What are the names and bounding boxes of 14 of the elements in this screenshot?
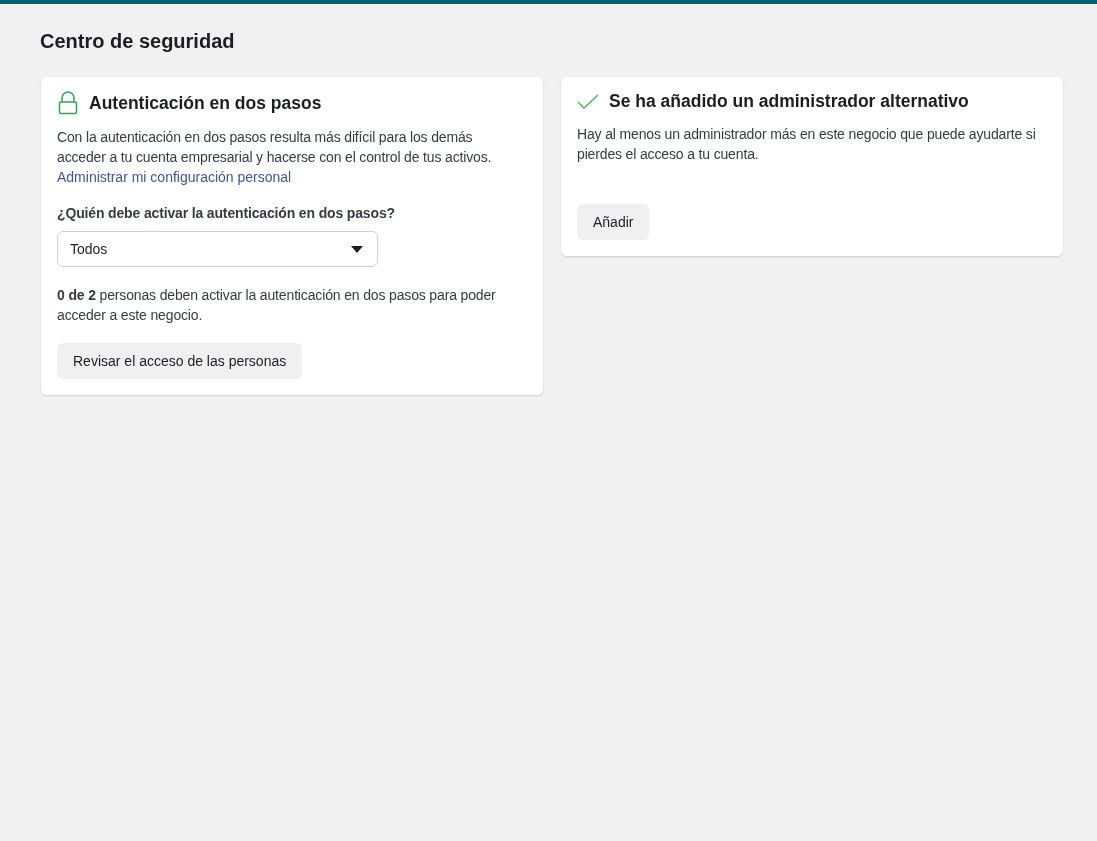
page-title: Centro de seguridad	[40, 30, 236, 53]
checkmark-icon	[577, 93, 599, 110]
card-description: Hay al menos un administrador más en este negocio que puede ayudarte si pierdes el acceso a tu cuenta.	[577, 125, 1037, 164]
add-button[interactable]: Añadir	[577, 204, 650, 240]
field-label: ¿Quién debe activar la autenticación en dos pasos?	[57, 204, 396, 223]
card-description: Con la autenticación en dos pasos resulta más difícil para los demás acceder a tu cuenta empresarial y hacerse con el control de tus activos.	[57, 128, 493, 167]
settings-link[interactable]: Administrar mi configuración personal	[57, 167, 292, 187]
dropdown-select[interactable]: Todos	[57, 231, 378, 267]
padlock-icon	[58, 91, 78, 115]
card-title: Autenticación en dos pasos	[89, 92, 322, 114]
card-title: Se ha añadido un administrador alternativo	[609, 91, 969, 112]
review-button[interactable]: Revisar el acceso de las personas	[57, 343, 303, 379]
caret-icon	[351, 245, 363, 253]
status-text: 0 de 2 personas deben activar la autenticación en dos pasos para poder acceder a este negocio.	[57, 286, 497, 325]
